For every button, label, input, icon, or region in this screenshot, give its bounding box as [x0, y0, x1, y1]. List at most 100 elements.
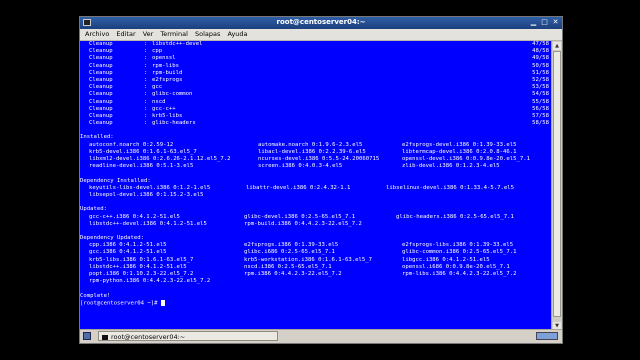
progress-count: 48/58 — [532, 48, 549, 55]
output-row: libstdc++.i386 0:4.1.2-51.el5 nscd.i386 0… — [80, 264, 552, 271]
progress-count: 58/58 — [532, 120, 549, 127]
package-cell: libsepol-devel.i386 0:1.15.2-3.el5 — [89, 191, 204, 198]
package-cell: glibc.i686 0:2.5-65.el5_7.1 — [244, 249, 335, 256]
package-cell: krb5-libs.i386 0:1.6.1-63.el5_7 — [89, 256, 194, 263]
cleanup-cell: : — [144, 105, 148, 112]
cleanup-cell: : — [144, 55, 148, 62]
progress-count: 53/58 — [532, 84, 549, 91]
terminal-output[interactable]: Cleanup: libstdc++-devel 47/58 Cleanup: cpp 4… — [80, 41, 552, 331]
package-cell: e2fsprogs.i386 0:1.39-33.el5 — [244, 242, 339, 249]
cleanup-cell: : — [144, 98, 148, 105]
package-cell: glibc-devel.i386 0:2.5-65.el5_7.1 — [244, 213, 356, 220]
taskbar-window-label: root@centoserver04:~ — [111, 333, 186, 341]
package-cell: rpm-python.i386 0:4.4.2.3-22.el5_7.2 — [89, 278, 211, 285]
cleanup-row: Cleanup: krb5-libs 57/58 — [80, 113, 552, 120]
output-row: libsepol-devel.i386 0:1.15.2-3.el5 — [80, 192, 552, 199]
cleanup-cell: Cleanup — [89, 84, 113, 91]
output-row: keyutils-libs-devel.i386 0:1.2-1.el5 liba… — [80, 185, 552, 192]
scrollbar-thumb[interactable] — [553, 51, 561, 317]
cleanup-cell: : — [144, 112, 148, 119]
cleanup-cell: : — [144, 76, 148, 83]
output-row: krb5-libs.i386 0:1.6.1-63.el5_7 krb5-work… — [80, 257, 552, 264]
window-title: root@centoserver04:~ — [276, 18, 366, 26]
menu-editar[interactable]: Editar — [116, 29, 135, 40]
scroll-up-icon[interactable]: ▲ — [553, 42, 561, 50]
menu-terminal[interactable]: Terminal — [160, 29, 187, 40]
menu-solapas[interactable]: Solapas — [195, 29, 220, 40]
section-header: Dependency Installed: — [80, 177, 151, 184]
package-cell: glibc-headers.i386 0:2.5-65.el5_7.1 — [396, 213, 514, 220]
section-header: Updated: — [80, 206, 107, 213]
cleanup-cell: Cleanup — [89, 76, 113, 83]
output-row: libxml2-devel.i386 0:2.6.26-2.1.12.el5_7… — [80, 156, 552, 163]
menu-ver[interactable]: Ver — [143, 29, 154, 40]
progress-count: 55/58 — [532, 98, 549, 105]
menu-ayuda[interactable]: Ayuda — [227, 29, 247, 40]
progress-count: 52/58 — [532, 76, 549, 83]
maximize-icon[interactable]: □ — [540, 18, 549, 27]
output-row: rpm-python.i386 0:4.4.2.3-22.el5_7.2 — [80, 278, 552, 285]
output-row: gcc-c++.i386 0:4.1.2-51.el5 glibc-devel.i… — [80, 214, 552, 221]
output-row: autoconf.noarch 0:2.59-12 automake.noarch… — [80, 142, 552, 149]
cleanup-cell: libstdc++-devel — [152, 41, 203, 47]
cleanup-row: Cleanup: openssl 49/58 — [80, 55, 552, 62]
cleanup-row: Cleanup: gcc-c++ 56/58 — [80, 106, 552, 113]
package-cell: readline-devel.i386 0:5.1-3.el5 — [89, 163, 194, 170]
cleanup-cell: Cleanup — [89, 41, 113, 47]
package-cell: libattr-devel.i386 0:2.4.32-1.1 — [246, 184, 351, 191]
package-cell: glibc-common.i386 0:2.5-65.el5_7.1 — [402, 249, 517, 256]
package-cell: libxml2-devel.i386 0:2.6.26-2.1.12.el5_7… — [89, 156, 231, 162]
cleanup-cell: glibc-headers — [152, 120, 196, 127]
output-row: gcc.i386 0:4.1.2-51.el5 glibc.i686 0:2.5-… — [80, 249, 552, 256]
taskbar: root@centoserver04:~ — [80, 329, 562, 343]
taskbar-window-button[interactable]: root@centoserver04:~ — [98, 331, 278, 341]
package-cell: keyutils-libs-devel.i386 0:1.2-1.el5 — [89, 184, 211, 191]
package-cell: zlib-devel.i386 0:1.2.3-4.el5 — [402, 163, 500, 170]
package-cell: popt.i386 0:1.10.2.3-22.el5_7.2 — [89, 271, 194, 277]
cleanup-row: Cleanup: gcc 53/58 — [80, 84, 552, 91]
terminal-scrollbar[interactable]: ▲ ▼ — [551, 41, 562, 331]
menu-bar: Archivo Editar Ver Terminal Solapas Ayud… — [80, 29, 562, 41]
cleanup-cell: : — [144, 62, 148, 69]
package-cell: libstdc++-devel.i386 0:4.1.2-51.el5 — [89, 220, 207, 227]
package-cell: e2fsprogs-libs.i386 0:1.39-33.el5 — [402, 242, 514, 249]
show-desktop-icon[interactable] — [83, 332, 91, 340]
cleanup-cell: : — [144, 69, 148, 76]
cleanup-row: Cleanup: glibc-common 54/58 — [80, 91, 552, 98]
output-row: readline-devel.i386 0:5.1-3.el5 screen.i3… — [80, 163, 552, 170]
cleanup-cell: : — [144, 41, 148, 47]
text-cursor — [160, 299, 165, 306]
package-cell: gcc-c++.i386 0:4.1.2-51.el5 — [89, 213, 180, 220]
cleanup-cell: Cleanup — [89, 91, 113, 98]
package-cell: e2fsprogs-devel.i386 0:1.39-33.el5 — [402, 141, 517, 148]
progress-count: 49/58 — [532, 55, 549, 62]
output-row: cpp.i386 0:4.1.2-51.el5 e2fsprogs.i386 0:… — [80, 242, 552, 249]
cleanup-row: Cleanup: nscd 55/58 — [80, 99, 552, 106]
cleanup-row: Cleanup: cpp 48/58 — [80, 48, 552, 55]
prompt-line: [root@centoserver04 ~]# — [80, 299, 552, 307]
title-bar[interactable]: root@centoserver04:~ ▁ □ ✕ — [80, 17, 562, 29]
cleanup-cell: nscd — [152, 98, 166, 105]
package-cell: krb5-workstation.i386 0:1.6.1-63.el5_7 — [244, 256, 372, 263]
workspace-pager[interactable] — [536, 332, 558, 340]
package-cell: gcc.i386 0:4.1.2-51.el5 — [89, 249, 167, 256]
package-cell: libtermcap-devel.i386 0:2.0.8-46.1 — [402, 148, 517, 155]
menu-archivo[interactable]: Archivo — [85, 29, 109, 40]
progress-count: 54/58 — [532, 91, 549, 98]
section-header: Dependency Updated: — [80, 235, 144, 242]
cleanup-cell: gcc — [152, 84, 163, 91]
package-cell: rpm.i386 0:4.4.2.3-22.el5_7.2 — [244, 271, 342, 277]
package-cell: libselinux-devel.i386 0:1.33.4-5.7.el5 — [386, 184, 514, 191]
cleanup-row: Cleanup: rpm-libs 50/58 — [80, 63, 552, 70]
cleanup-row: Cleanup: rpm-build 51/58 — [80, 70, 552, 77]
cleanup-cell: Cleanup — [89, 48, 113, 55]
package-cell: openssl.i686 0:0.9.8e-20.el5_7.1 — [402, 263, 510, 270]
cleanup-cell: Cleanup — [89, 55, 113, 62]
progress-count: 47/58 — [532, 41, 549, 47]
close-icon[interactable]: ✕ — [551, 18, 560, 27]
package-cell: nscd.i386 0:2.5-65.el5_7.1 — [244, 263, 332, 270]
cleanup-cell: Cleanup — [89, 98, 113, 105]
minimize-icon[interactable]: ▁ — [529, 18, 538, 27]
